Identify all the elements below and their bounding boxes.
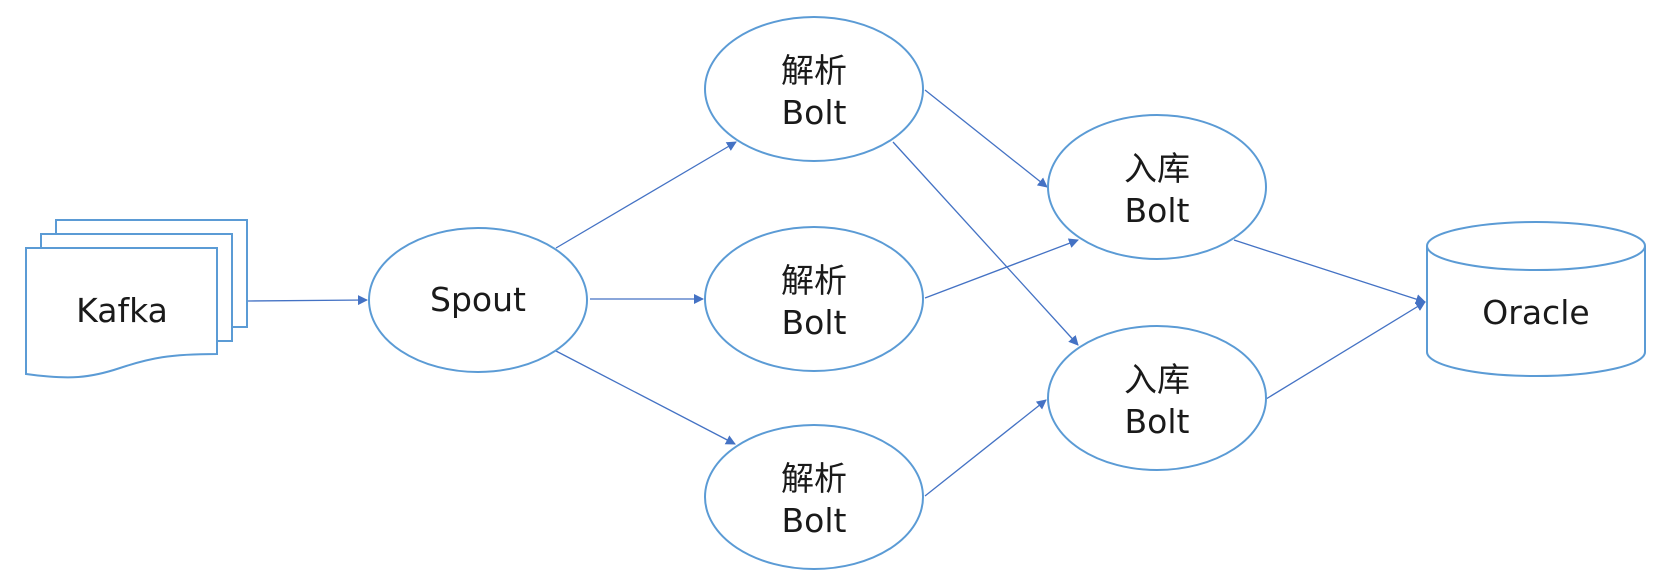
edge-spout-to-parse-bolt-3: [555, 350, 736, 445]
edge-parse-bolt-3-to-store-bolt-2: [924, 399, 1047, 497]
kafka-node: Kafka: [25, 219, 248, 379]
store-bolt-2-label-line2: Bolt: [1125, 402, 1190, 441]
storm-topology-diagram: Kafka Spout 解析 Bolt 解析 Bolt 解析 Bolt 入库 B…: [25, 16, 1646, 570]
oracle-cylinder-top: [1426, 221, 1646, 271]
store-bolt-2-label-line1: 入库: [1124, 360, 1190, 399]
parse-bolt-1-label-line1: 解析: [781, 51, 847, 90]
oracle-label: Oracle: [1482, 293, 1589, 332]
store-bolt-1-node: 入库 Bolt: [1047, 114, 1267, 260]
edge-kafka-to-spout: [247, 295, 368, 306]
parse-bolt-1-label-line2: Bolt: [782, 93, 847, 132]
parse-bolt-3-node: 解析 Bolt: [704, 424, 924, 570]
parse-bolt-2-label-line1: 解析: [781, 261, 847, 300]
parse-bolt-3-label-line2: Bolt: [782, 501, 847, 540]
edge-store-bolt-2-to-oracle: [1265, 301, 1426, 400]
edge-spout-to-parse-bolt-1: [555, 141, 737, 249]
edge-parse-bolt-2-to-store-bolt-1: [924, 238, 1079, 299]
store-bolt-1-label-line2: Bolt: [1125, 191, 1190, 230]
parse-bolt-2-label-line2: Bolt: [782, 303, 847, 342]
parse-bolt-2-node: 解析 Bolt: [704, 226, 924, 372]
spout-label: Spout: [430, 280, 526, 319]
parse-bolt-1-node: 解析 Bolt: [704, 16, 924, 162]
spout-node: Spout: [368, 227, 588, 373]
edge-parse-bolt-1-to-store-bolt-1: [924, 89, 1048, 188]
edge-store-bolt-1-to-oracle: [1233, 239, 1426, 304]
oracle-node: Oracle: [1426, 221, 1646, 377]
kafka-label: Kafka: [76, 291, 168, 330]
store-bolt-1-label-line1: 入库: [1124, 149, 1190, 188]
parse-bolt-3-label-line1: 解析: [781, 459, 847, 498]
store-bolt-2-node: 入库 Bolt: [1047, 325, 1267, 471]
